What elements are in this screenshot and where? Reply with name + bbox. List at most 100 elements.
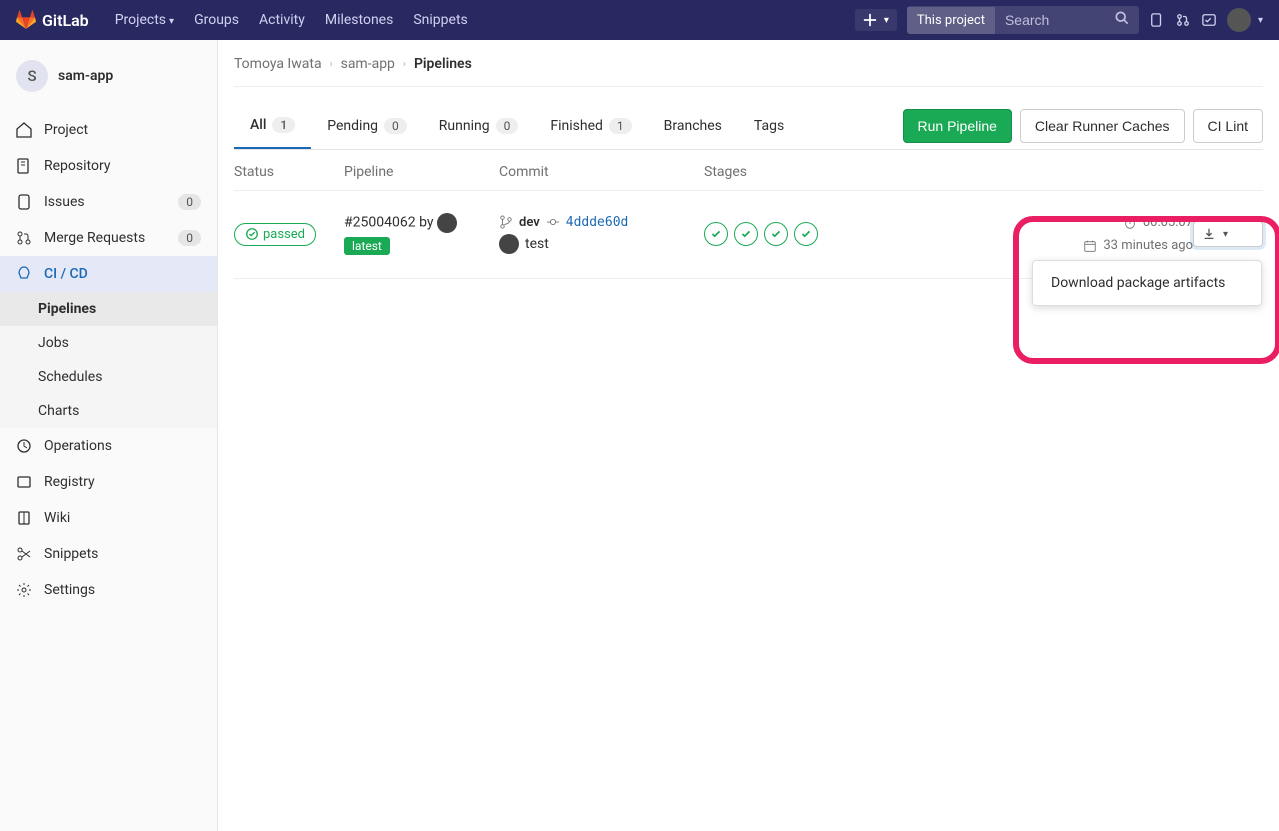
clear-caches-button[interactable]: Clear Runner Caches	[1020, 109, 1185, 143]
breadcrumb-owner[interactable]: Tomoya Iwata	[234, 56, 322, 72]
sub-schedules[interactable]: Schedules	[0, 360, 217, 394]
issues-icon[interactable]	[1149, 12, 1165, 28]
download-icon	[1202, 227, 1216, 241]
repository-icon	[16, 158, 32, 174]
check-circle-icon	[245, 227, 259, 241]
home-icon	[16, 122, 32, 138]
chevron-right-icon: ›	[403, 59, 406, 70]
sidebar-item-repository[interactable]: Repository	[0, 148, 217, 184]
gear-icon	[16, 582, 32, 598]
col-pipeline: Pipeline	[344, 164, 499, 180]
project-header[interactable]: S sam-app	[0, 50, 217, 102]
scissors-icon	[16, 546, 32, 562]
col-stages: Stages	[704, 164, 1023, 180]
run-pipeline-button[interactable]: Run Pipeline	[903, 109, 1012, 143]
nav-projects[interactable]: Projects▾	[105, 12, 184, 28]
brand-text: GitLab	[42, 11, 89, 30]
topnav-right: ▾ This project ▾	[855, 6, 1263, 34]
stage-icon[interactable]	[704, 222, 728, 246]
col-commit: Commit	[499, 164, 704, 180]
chevron-down-icon: ▾	[884, 15, 889, 26]
tab-branches[interactable]: Branches	[648, 103, 738, 149]
sidebar-item-project[interactable]: Project	[0, 112, 217, 148]
pipeline-id[interactable]: #25004062	[344, 215, 416, 231]
sidebar-item-mr[interactable]: Merge Requests0	[0, 220, 217, 256]
duration: 00:05:07	[1143, 211, 1193, 234]
top-navbar: GitLab Projects▾ Groups Activity Milesto…	[0, 0, 1279, 40]
gitlab-logo[interactable]: GitLab	[16, 10, 89, 30]
nav-groups[interactable]: Groups	[184, 12, 249, 28]
status-badge[interactable]: passed	[234, 223, 316, 246]
download-artifacts-button[interactable]: ▾ Download package artifacts	[1193, 221, 1263, 247]
sidebar-item-operations[interactable]: Operations	[0, 428, 217, 464]
project-avatar: S	[16, 60, 48, 92]
sidebar-item-cicd[interactable]: CI / CD	[0, 256, 217, 292]
pipeline-row: passed #25004062 by latest dev 4ddde60d	[234, 191, 1263, 279]
issues-count: 0	[178, 194, 201, 210]
search-input[interactable]	[995, 6, 1105, 34]
search-icon[interactable]	[1105, 11, 1139, 29]
breadcrumb-project[interactable]: sam-app	[341, 56, 395, 72]
col-status: Status	[234, 164, 344, 180]
latest-badge: latest	[344, 237, 390, 255]
project-name: sam-app	[58, 68, 113, 84]
tab-running[interactable]: Running0	[423, 103, 535, 149]
tab-tags[interactable]: Tags	[738, 103, 800, 149]
user-avatar	[1227, 8, 1251, 32]
search-container: This project	[907, 6, 1139, 34]
nav-milestones[interactable]: Milestones	[315, 12, 404, 28]
sidebar-item-settings[interactable]: Settings	[0, 572, 217, 608]
sidebar-item-wiki[interactable]: Wiki	[0, 500, 217, 536]
stage-icon[interactable]	[734, 222, 758, 246]
chevron-right-icon: ›	[330, 59, 333, 70]
nav-snippets[interactable]: Snippets	[403, 12, 477, 28]
nav-activity[interactable]: Activity	[249, 12, 315, 28]
commit-icon	[546, 215, 560, 229]
tab-all[interactable]: All1	[234, 103, 311, 149]
branch-name[interactable]: dev	[519, 215, 540, 230]
finished-at: 33 minutes ago	[1103, 234, 1193, 257]
stage-icon[interactable]	[794, 222, 818, 246]
tanuki-icon	[16, 10, 36, 30]
stopwatch-icon	[1123, 216, 1137, 230]
author-avatar[interactable]	[437, 213, 457, 233]
time-info: 00:05:07 33 minutes ago	[1023, 211, 1193, 258]
mr-count: 0	[178, 230, 201, 246]
user-menu[interactable]: ▾	[1227, 8, 1263, 32]
chevron-down-icon: ▾	[1223, 229, 1228, 240]
todos-icon[interactable]	[1201, 12, 1217, 28]
commit-message[interactable]: test	[525, 236, 549, 252]
topnav-links: Projects▾ Groups Activity Milestones Sni…	[105, 12, 478, 28]
breadcrumb: Tomoya Iwata › sam-app › Pipelines	[234, 56, 1263, 87]
new-menu-button[interactable]: ▾	[855, 9, 897, 31]
tab-finished[interactable]: Finished1	[534, 103, 647, 149]
merge-icon	[16, 230, 32, 246]
sub-jobs[interactable]: Jobs	[0, 326, 217, 360]
sub-pipelines[interactable]: Pipelines	[0, 292, 217, 326]
tab-pending[interactable]: Pending0	[311, 103, 423, 149]
artifacts-dropdown: Download package artifacts	[1032, 260, 1262, 306]
rocket-icon	[16, 266, 32, 282]
sub-charts[interactable]: Charts	[0, 394, 217, 428]
download-package-item[interactable]: Download package artifacts	[1039, 267, 1255, 299]
sidebar-item-issues[interactable]: Issues0	[0, 184, 217, 220]
merge-requests-icon[interactable]	[1175, 12, 1191, 28]
breadcrumb-page: Pipelines	[414, 56, 472, 72]
chevron-down-icon: ▾	[1258, 15, 1263, 26]
commit-sha[interactable]: 4ddde60d	[566, 215, 629, 230]
chevron-down-icon: ▾	[169, 16, 174, 27]
book-icon	[16, 510, 32, 526]
sidebar-item-registry[interactable]: Registry	[0, 464, 217, 500]
operations-icon	[16, 438, 32, 454]
stages	[704, 222, 1023, 246]
registry-icon	[16, 474, 32, 490]
stage-icon[interactable]	[764, 222, 788, 246]
main-content: Tomoya Iwata › sam-app › Pipelines All1 …	[218, 40, 1279, 831]
tabs-row: All1 Pending0 Running0 Finished1 Branche…	[234, 95, 1263, 150]
commit-author-avatar[interactable]	[499, 234, 519, 254]
table-header: Status Pipeline Commit Stages	[234, 150, 1263, 191]
ci-lint-button[interactable]: CI Lint	[1193, 109, 1263, 143]
issues-icon	[16, 194, 32, 210]
sidebar-item-snippets[interactable]: Snippets	[0, 536, 217, 572]
search-scope[interactable]: This project	[907, 7, 995, 34]
